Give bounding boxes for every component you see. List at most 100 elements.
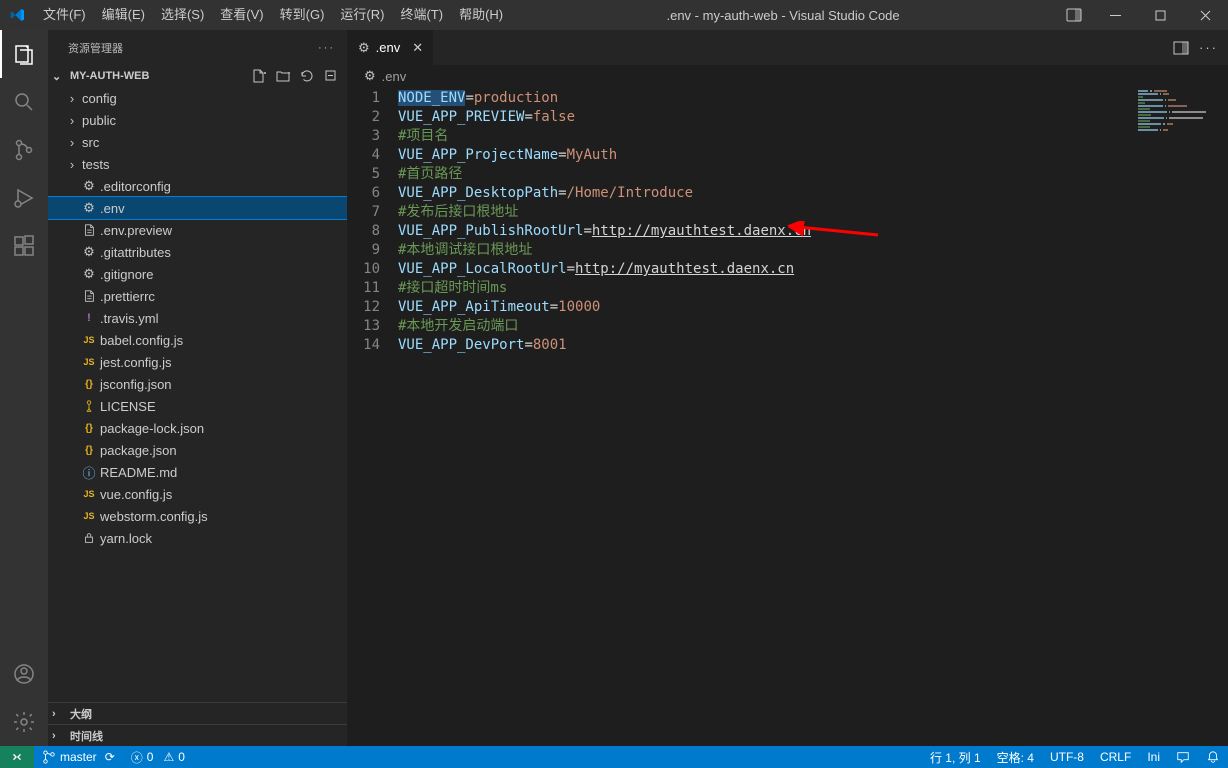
json-icon: {}: [80, 445, 98, 456]
tab-env[interactable]: ⚙ .env ✕: [348, 30, 434, 65]
tab-label: .env: [376, 40, 401, 55]
js-icon: JS: [80, 511, 98, 521]
menu-bar: 文件(F) 编辑(E) 选择(S) 查看(V) 转到(G) 运行(R) 终端(T…: [35, 0, 511, 30]
tree-item-label: package-lock.json: [98, 421, 204, 436]
code-line: VUE_APP_ApiTimeout=10000: [398, 298, 1228, 317]
tree-item-label: .env.preview: [98, 223, 172, 238]
line-gutter: 1234567891011121314: [348, 87, 398, 746]
problems-button[interactable]: ⓧ0 ⚠0: [123, 746, 193, 768]
eol-button[interactable]: CRLF: [1092, 746, 1139, 768]
tree-file[interactable]: JSvue.config.js: [48, 483, 347, 505]
menu-go[interactable]: 转到(G): [272, 0, 333, 30]
minimize-button[interactable]: [1093, 0, 1138, 30]
activity-explorer[interactable]: [0, 30, 48, 78]
menu-edit[interactable]: 编辑(E): [94, 0, 153, 30]
tree-file[interactable]: {}jsconfig.json: [48, 373, 347, 395]
code-line: VUE_APP_DesktopPath=/Home/Introduce: [398, 184, 1228, 203]
tree-folder[interactable]: ›tests: [48, 153, 347, 175]
js-icon: JS: [80, 335, 98, 345]
tree-file[interactable]: JSwebstorm.config.js: [48, 505, 347, 527]
tree-file[interactable]: LICENSE: [48, 395, 347, 417]
code-line: NODE_ENV=production: [398, 89, 1228, 108]
activity-accounts[interactable]: [0, 650, 48, 698]
code-content[interactable]: NODE_ENV=productionVUE_APP_PREVIEW=false…: [398, 87, 1228, 746]
collapse-all-icon[interactable]: [323, 68, 339, 84]
cursor-position[interactable]: 行 1, 列 1: [922, 746, 989, 768]
git-branch-button[interactable]: master ⟳: [34, 746, 123, 768]
tree-file[interactable]: .env.preview: [48, 219, 347, 241]
language-button[interactable]: Ini: [1139, 746, 1168, 768]
gear-icon: ⚙: [358, 40, 370, 56]
file-tree[interactable]: ›config›public›src›tests⚙.editorconfig⚙.…: [48, 87, 347, 702]
minimap[interactable]: [1132, 89, 1228, 209]
tree-file[interactable]: {}package-lock.json: [48, 417, 347, 439]
error-icon: ⓧ: [131, 749, 143, 766]
code-line: #项目名: [398, 127, 1228, 146]
activity-run-debug[interactable]: [0, 174, 48, 222]
tree-file[interactable]: ⓘREADME.md: [48, 461, 347, 483]
json-icon: {}: [80, 379, 98, 390]
tree-file[interactable]: yarn.lock: [48, 527, 347, 549]
tree-file[interactable]: JSbabel.config.js: [48, 329, 347, 351]
refresh-icon[interactable]: [299, 68, 315, 84]
new-folder-icon[interactable]: [275, 68, 291, 84]
menu-run[interactable]: 运行(R): [332, 0, 392, 30]
tree-folder[interactable]: ›src: [48, 131, 347, 153]
lic-icon: [80, 399, 98, 413]
tree-file[interactable]: JSjest.config.js: [48, 351, 347, 373]
status-bar: master ⟳ ⓧ0 ⚠0 行 1, 列 1 空格: 4 UTF-8 CRLF…: [0, 746, 1228, 768]
breadcrumb[interactable]: ⚙ .env: [348, 65, 1228, 87]
close-button[interactable]: [1183, 0, 1228, 30]
activity-search[interactable]: [0, 78, 48, 126]
new-file-icon[interactable]: [251, 68, 267, 84]
editor-more-icon[interactable]: ···: [1199, 40, 1218, 55]
activity-settings[interactable]: [0, 698, 48, 746]
maximize-button[interactable]: [1138, 0, 1183, 30]
timeline-section[interactable]: › 时间线: [48, 724, 347, 746]
window-title: .env - my-auth-web - Visual Studio Code: [511, 8, 1055, 23]
indent-button[interactable]: 空格: 4: [989, 746, 1042, 768]
tree-file[interactable]: ⚙.editorconfig: [48, 175, 347, 197]
notifications-icon[interactable]: [1198, 746, 1228, 768]
tab-close-icon[interactable]: ✕: [412, 40, 423, 56]
tree-item-label: tests: [80, 157, 109, 172]
info-icon: ⓘ: [80, 463, 98, 482]
tree-item-label: config: [80, 91, 117, 106]
activity-extensions[interactable]: [0, 222, 48, 270]
menu-help[interactable]: 帮助(H): [451, 0, 511, 30]
tree-file[interactable]: .prettierrc: [48, 285, 347, 307]
tree-file[interactable]: !.travis.yml: [48, 307, 347, 329]
menu-view[interactable]: 查看(V): [212, 0, 271, 30]
split-editor-icon[interactable]: [1173, 40, 1189, 56]
tree-folder[interactable]: ›config: [48, 87, 347, 109]
tree-file[interactable]: ⚙.gitignore: [48, 263, 347, 285]
editor-body[interactable]: 1234567891011121314 NODE_ENV=productionV…: [348, 87, 1228, 746]
layout-toggle-icon[interactable]: [1055, 0, 1093, 30]
menu-terminal[interactable]: 终端(T): [392, 0, 451, 30]
outline-section[interactable]: › 大纲: [48, 702, 347, 724]
menu-file[interactable]: 文件(F): [35, 0, 94, 30]
tree-file[interactable]: ⚙.gitattributes: [48, 241, 347, 263]
tree-folder[interactable]: ›public: [48, 109, 347, 131]
chevron-right-icon: ›: [64, 135, 80, 150]
code-line: VUE_APP_DevPort=8001: [398, 336, 1228, 355]
activity-source-control[interactable]: [0, 126, 48, 174]
error-count: 0: [147, 750, 154, 764]
sidebar-more-icon[interactable]: ···: [318, 42, 335, 54]
tree-item-label: LICENSE: [98, 399, 156, 414]
project-header[interactable]: ⌄ MY-AUTH-WEB: [48, 65, 347, 87]
tree-item-label: vue.config.js: [98, 487, 172, 502]
title-bar: 文件(F) 编辑(E) 选择(S) 查看(V) 转到(G) 运行(R) 终端(T…: [0, 0, 1228, 30]
menu-selection[interactable]: 选择(S): [153, 0, 212, 30]
activity-bar: [0, 30, 48, 746]
tree-file[interactable]: ⚙.env: [48, 197, 347, 219]
remote-button[interactable]: [0, 746, 34, 768]
tree-item-label: yarn.lock: [98, 531, 152, 546]
chevron-right-icon: ›: [64, 91, 80, 106]
tree-item-label: .gitattributes: [98, 245, 171, 260]
sidebar: 资源管理器 ··· ⌄ MY-AUTH-WEB ›config›public›s…: [48, 30, 348, 746]
encoding-button[interactable]: UTF-8: [1042, 746, 1092, 768]
tree-file[interactable]: {}package.json: [48, 439, 347, 461]
feedback-icon[interactable]: [1168, 746, 1198, 768]
tree-item-label: jsconfig.json: [98, 377, 172, 392]
